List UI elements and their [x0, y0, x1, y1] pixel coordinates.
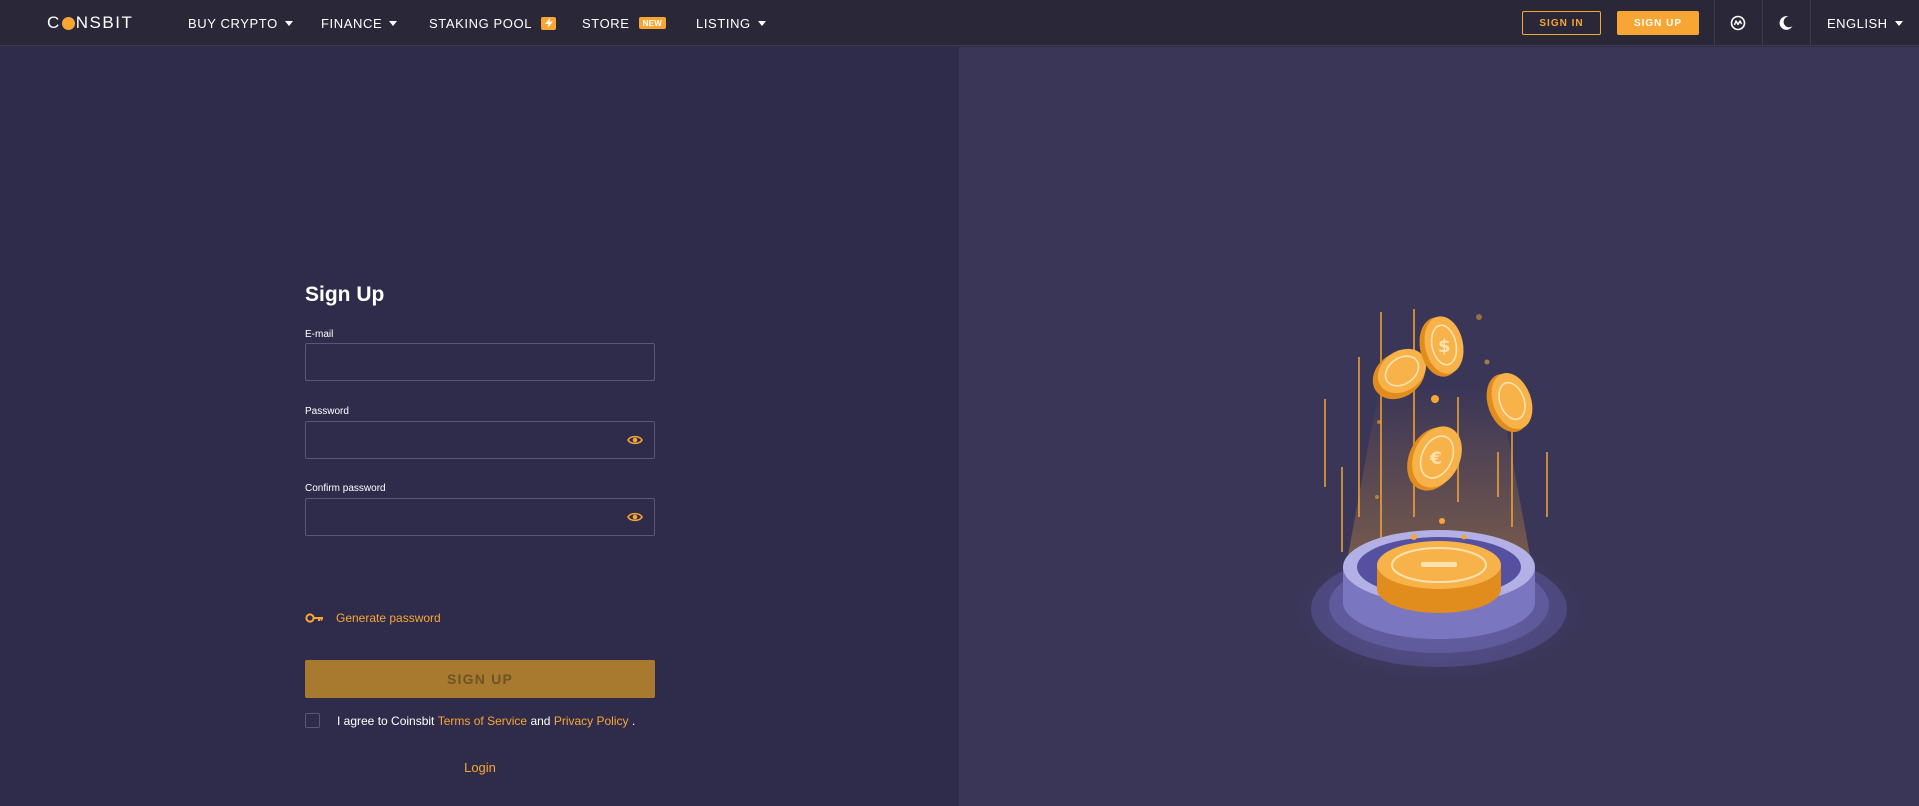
generate-password-link[interactable]: Generate password: [305, 611, 441, 625]
language-label: ENGLISH: [1827, 15, 1888, 31]
logo-letter-c: C: [47, 13, 61, 32]
and-text: and: [530, 713, 551, 728]
login-link[interactable]: Login: [305, 760, 655, 775]
agree-text: I agree to Coinsbit: [337, 713, 435, 728]
main-coin-symbol: [1421, 562, 1457, 567]
sign-up-submit-button[interactable]: SIGN UP: [305, 660, 655, 698]
chevron-down-icon: [389, 20, 398, 26]
password-label: Password: [305, 406, 349, 417]
svg-text:€: €: [1429, 449, 1442, 469]
email-field[interactable]: [305, 343, 655, 381]
password-field[interactable]: [305, 421, 655, 459]
eye-icon[interactable]: [627, 434, 643, 446]
terms-agreement: I agree to Coinsbit Terms of Service and…: [305, 713, 635, 728]
nav-buy-crypto-label: BUY CRYPTO: [188, 15, 278, 31]
coins-illustration: $ €: [1279, 309, 1599, 689]
eye-icon[interactable]: [627, 511, 643, 523]
terms-of-service-link[interactable]: Terms of Service: [438, 714, 527, 728]
signup-form: Sign Up E-mail Password Confirm password…: [305, 283, 655, 775]
page-title: Sign Up: [305, 283, 385, 306]
email-label: E-mail: [305, 329, 334, 340]
moon-icon[interactable]: [1762, 0, 1810, 46]
nav-listing[interactable]: LISTING: [696, 0, 766, 46]
confirm-password-label: Confirm password: [305, 483, 386, 494]
illustration-panel: $ €: [959, 47, 1919, 806]
nav-listing-label: LISTING: [696, 15, 751, 31]
nav-store-label: STORE: [582, 15, 630, 31]
new-badge: NEW: [638, 17, 667, 29]
privacy-policy-link[interactable]: Privacy Policy: [554, 714, 629, 728]
header-divider: [1810, 0, 1811, 46]
svg-text:$: $: [1438, 336, 1451, 357]
nav-finance-label: FINANCE: [321, 15, 383, 31]
period-text: .: [631, 713, 636, 728]
confirm-password-field[interactable]: [305, 498, 655, 536]
generate-password-label: Generate password: [336, 611, 441, 625]
chevron-down-icon: [1894, 20, 1903, 26]
coinmarketcap-icon[interactable]: [1714, 0, 1762, 46]
language-selector[interactable]: ENGLISH: [1827, 0, 1903, 46]
top-header: C NSBIT BUY CRYPTO FINANCE STAKING POOL …: [0, 0, 1919, 46]
coinsbit-logo[interactable]: C NSBIT: [47, 13, 133, 33]
nav-finance[interactable]: FINANCE: [321, 0, 398, 46]
chevron-down-icon: [284, 20, 293, 26]
nav-buy-crypto[interactable]: BUY CRYPTO: [188, 0, 293, 46]
signup-panel: Sign Up E-mail Password Confirm password…: [0, 47, 959, 806]
terms-checkbox[interactable]: [305, 713, 320, 728]
key-icon: [305, 613, 323, 623]
sign-in-button[interactable]: SIGN IN: [1522, 11, 1601, 35]
bolt-icon: [541, 16, 557, 30]
nav-staking-pool[interactable]: STAKING POOL: [429, 0, 557, 46]
logo-text-rest: NSBIT: [75, 13, 134, 32]
logo-coin-icon: [61, 16, 75, 30]
nav-staking-pool-label: STAKING POOL: [429, 15, 533, 31]
nav-store[interactable]: STORE NEW: [582, 0, 667, 46]
sign-up-header-button[interactable]: SIGN UP: [1617, 11, 1699, 35]
chevron-down-icon: [757, 20, 766, 26]
